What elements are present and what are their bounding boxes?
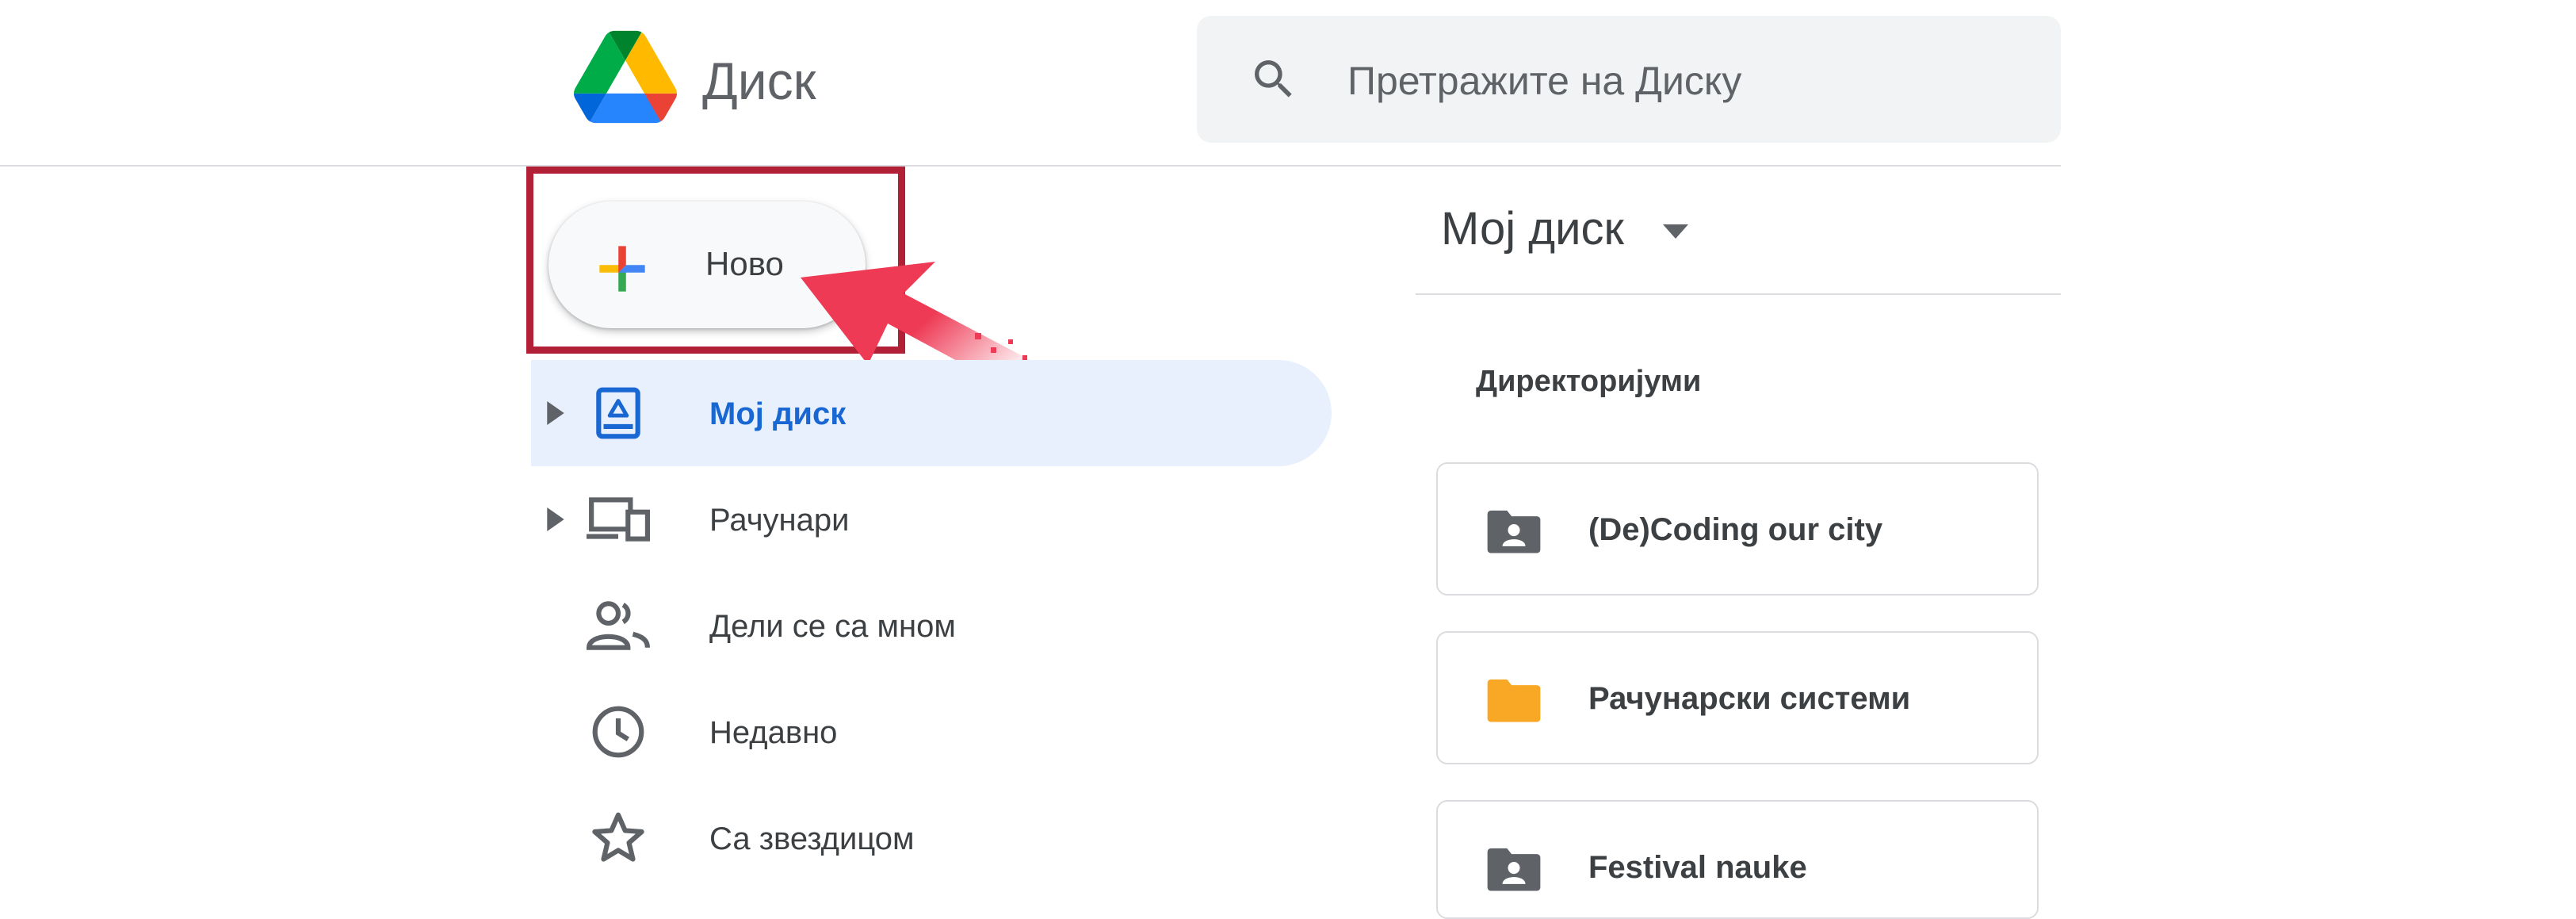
sidebar-item-label: Мој диск [709,396,847,431]
sidebar-item-label: Рачунари [709,503,850,538]
google-drive-logo-icon[interactable] [574,30,677,124]
folder-name: Festival nauke [1588,850,1807,885]
new-button-label: Ново [705,245,784,282]
shared-folder-icon [1487,510,1541,553]
folder-card[interactable]: Festival nauke [1436,800,2039,919]
folder-icon [1487,679,1541,722]
expand-arrow-icon[interactable] [547,507,564,531]
folder-name: Рачунарски системи [1588,681,1911,716]
page-title[interactable]: Мој диск [1441,201,1624,258]
app-title: Диск [702,52,816,110]
expand-arrow-icon[interactable] [547,401,564,425]
sidebar-item-recent[interactable]: Недавно [531,679,1332,785]
sidebar-item-label: Са звездицом [709,821,915,856]
search-input[interactable]: Претражите на Диску [1347,57,1741,105]
sidebar-item-starred[interactable]: Са звездицом [531,785,1332,891]
sidebar-item-computers[interactable]: Рачунари [531,466,1332,572]
sidebar-item-my-drive[interactable]: Мој диск [531,360,1332,466]
shared-folder-icon [1487,848,1541,891]
search-icon[interactable] [1248,54,1299,105]
my-drive-icon [596,387,640,439]
folder-card[interactable]: Рачунарски системи [1436,631,2039,764]
main-divider [1416,293,2061,295]
section-heading-folders: Директоријуми [1476,365,1702,398]
folder-card[interactable]: (De)Coding our city [1436,462,2039,595]
computers-icon [587,497,650,542]
sidebar-item-shared-with-me[interactable]: Дели се са мном [531,572,1332,679]
header-divider [0,165,2061,167]
sidebar-item-label: Недавно [709,715,838,750]
sidebar-item-label: Дели се са мном [709,609,956,644]
recent-clock-icon [592,706,644,758]
folder-name: (De)Coding our city [1588,512,1883,547]
chevron-down-icon[interactable] [1663,224,1688,239]
star-icon [592,812,644,862]
plus-icon [599,246,645,292]
shared-with-me-icon [587,601,650,650]
